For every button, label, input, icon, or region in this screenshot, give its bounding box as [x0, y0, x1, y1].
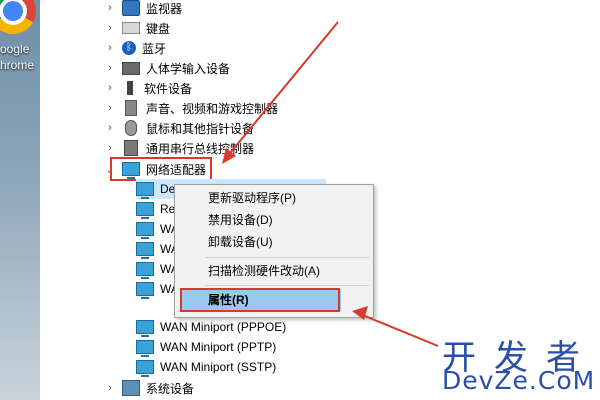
arrowhead-properties-icon [352, 306, 368, 320]
arrow-line-network [225, 21, 339, 159]
arrow-line-properties [359, 313, 439, 347]
watermark-bottom: DevZe.CoM [442, 366, 596, 395]
arrowhead-network-icon [222, 148, 236, 164]
